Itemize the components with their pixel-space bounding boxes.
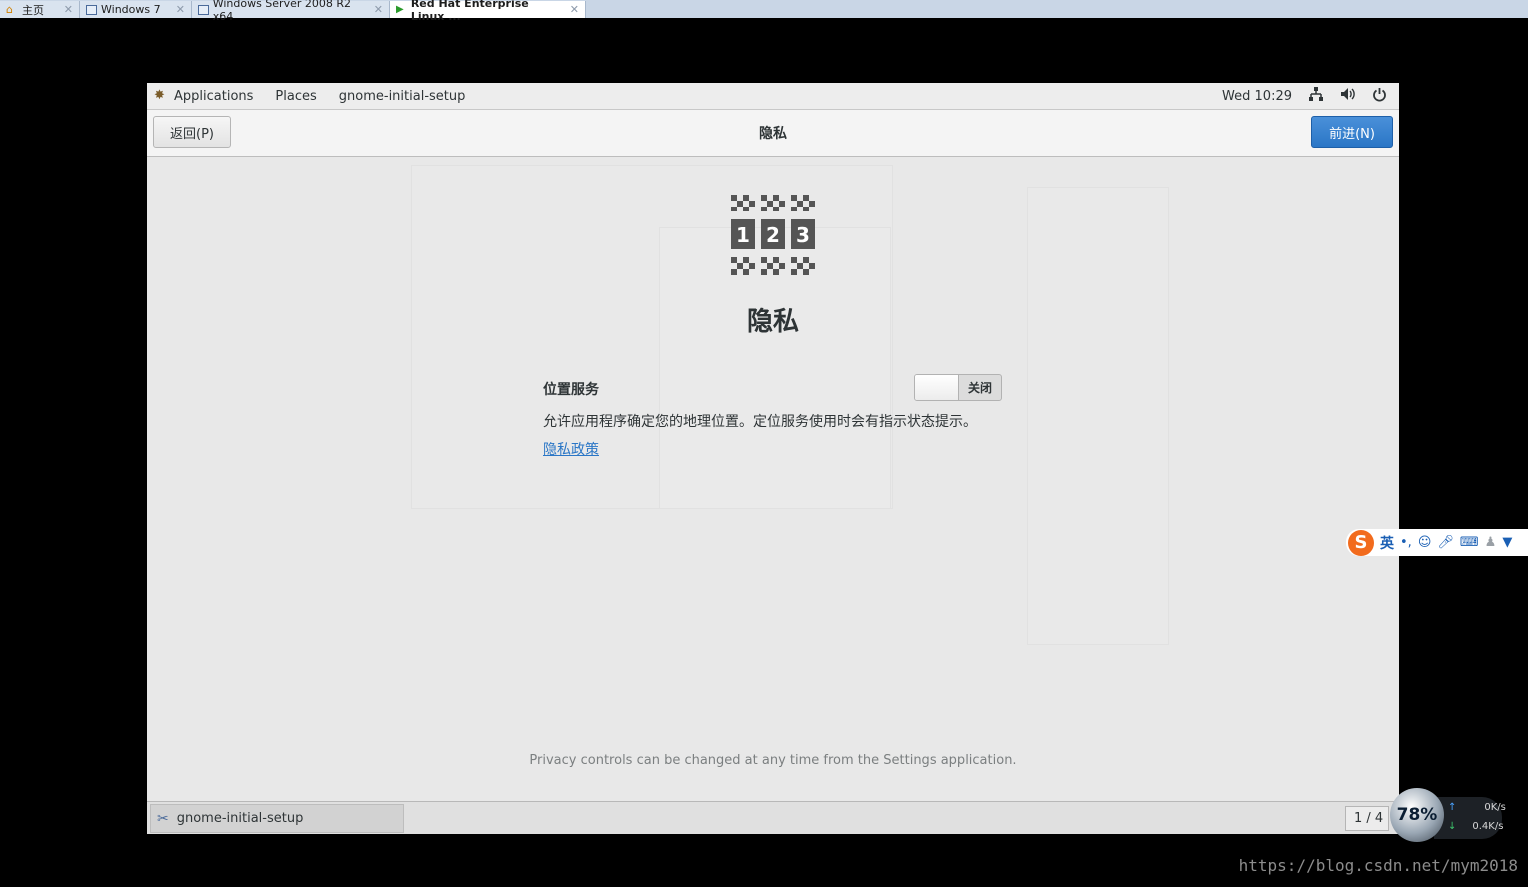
close-icon[interactable]: ✕	[176, 3, 185, 16]
app-menu-label: gnome-initial-setup	[338, 88, 466, 104]
skin-icon[interactable]: ▼	[1502, 535, 1512, 550]
network-monitor-widget[interactable]: ↑ 0K/s ↓ 0.4K/s 78%	[1390, 785, 1506, 847]
net-speed-panel: ↑ 0K/s ↓ 0.4K/s	[1434, 797, 1506, 839]
vm-tab-label: Windows 7	[101, 3, 161, 16]
task-button-gnome-initial-setup[interactable]: ✂ gnome-initial-setup	[150, 804, 404, 833]
privacy-policy-link[interactable]: 隐私政策	[543, 439, 599, 459]
tools-icon: ✂	[157, 810, 169, 827]
places-menu[interactable]: Places	[264, 89, 327, 104]
svg-text:3: 3	[796, 223, 810, 247]
close-icon[interactable]: ✕	[64, 3, 73, 16]
volume-icon[interactable]	[1340, 87, 1356, 105]
privacy-footer-note: Privacy controls can be changed at any t…	[529, 753, 1017, 768]
vm-tab-win-server[interactable]: Windows Server 2008 R2 x64 ✕	[192, 0, 390, 23]
download-speed: 0.4K/s	[1472, 821, 1504, 832]
applications-label: Applications	[174, 88, 254, 104]
microphone-icon[interactable]: 🎤︎	[1437, 535, 1454, 550]
switch-state-label: 关闭	[967, 381, 992, 395]
close-icon[interactable]: ✕	[374, 3, 383, 16]
ime-language-toggle[interactable]: 英	[1380, 533, 1394, 553]
location-services-switch[interactable]: 关闭	[914, 374, 1002, 401]
applications-menu[interactable]: ✸ Applications	[147, 89, 264, 104]
task-label: gnome-initial-setup	[176, 811, 304, 826]
watermark-url: https://blog.csdn.net/mym2018	[1238, 856, 1518, 875]
upload-speed: 0K/s	[1484, 802, 1506, 813]
app-menu[interactable]: gnome-initial-setup	[328, 89, 477, 104]
download-arrow-icon: ↓	[1448, 821, 1457, 832]
setup-header-bar: 返回(P) 隐私 前进(N)	[147, 110, 1399, 157]
clock[interactable]: Wed 10:29	[1222, 89, 1292, 104]
svg-text:1: 1	[736, 223, 750, 247]
network-icon[interactable]	[1308, 86, 1324, 106]
vm-icon	[198, 4, 209, 15]
privacy-page: 123 隐私 位置服务 关闭 允许应用程序确定您的地理位置。定位服务使用时会有指…	[147, 157, 1399, 801]
user-icon[interactable]: ♟	[1485, 535, 1497, 550]
vm-tab-home[interactable]: ⌂ 主页 ✕	[0, 1, 80, 18]
page-heading: 隐私	[746, 307, 799, 337]
vm-icon	[86, 4, 97, 15]
punctuation-icon[interactable]: •,	[1400, 535, 1412, 550]
applications-icon: ✸	[154, 88, 165, 103]
keyboard-icon[interactable]: ⌨	[1460, 535, 1479, 550]
guest-screen: ✸ Applications Places gnome-initial-setu…	[147, 83, 1399, 834]
emoji-icon[interactable]: ☺	[1418, 535, 1432, 550]
workspace-indicator[interactable]: 1 / 4	[1345, 806, 1389, 831]
places-label: Places	[275, 88, 317, 104]
window-list-bar: ✂ gnome-initial-setup 1 / 4	[147, 801, 1399, 834]
background-decoration	[1027, 187, 1169, 645]
home-icon: ⌂	[6, 2, 13, 16]
svg-text:2: 2	[766, 223, 780, 247]
privacy-123-icon: 123	[731, 195, 815, 275]
upload-arrow-icon: ↑	[1448, 802, 1457, 813]
vm-tab-rhel[interactable]: ▶ Red Hat Enterprise Linux ... ✕	[390, 0, 586, 23]
next-button[interactable]: 前进(N)	[1311, 116, 1393, 148]
vm-tab-label: Red Hat Enterprise Linux ...	[410, 0, 529, 23]
ime-toolbar: S 英 •, ☺ 🎤︎ ⌨ ♟ ▼	[1346, 529, 1528, 556]
vm-tab-windows7[interactable]: Windows 7 ✕	[80, 1, 192, 18]
sogou-logo[interactable]: S	[1348, 529, 1374, 556]
power-icon[interactable]	[1372, 87, 1387, 106]
close-icon[interactable]: ✕	[570, 3, 579, 16]
memory-usage-ball[interactable]: 78%	[1390, 788, 1444, 842]
vm-tab-label: 主页	[22, 3, 44, 17]
location-services-description: 允许应用程序确定您的地理位置。定位服务使用时会有指示状态提示。	[543, 414, 977, 430]
gnome-top-bar: ✸ Applications Places gnome-initial-setu…	[147, 83, 1399, 110]
location-services-label: 位置服务	[543, 382, 599, 398]
vm-running-icon: ▶	[396, 3, 404, 15]
switch-knob[interactable]	[915, 375, 959, 400]
vm-tab-bar: ⌂ 主页 ✕ Windows 7 ✕ Windows Server 2008 R…	[0, 0, 1528, 23]
header-title: 隐私	[759, 126, 787, 142]
vm-tab-label: Windows Server 2008 R2 x64	[212, 0, 352, 23]
